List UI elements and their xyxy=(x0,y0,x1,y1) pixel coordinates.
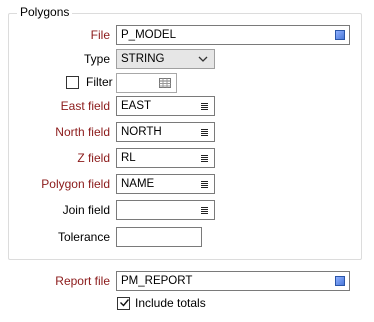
list-picker-icon[interactable] xyxy=(201,103,208,110)
type-select[interactable]: STRING xyxy=(116,49,215,69)
z-field-value: RL xyxy=(121,152,136,164)
type-label: Type xyxy=(83,52,110,66)
east-field-value: EAST xyxy=(121,100,152,112)
list-picker-icon[interactable] xyxy=(201,207,208,214)
join-field-label: Join field xyxy=(62,203,110,217)
file-picker-icon[interactable] xyxy=(335,30,345,40)
include-totals-label: Include totals xyxy=(135,296,206,310)
polygon-field-input[interactable]: NAME xyxy=(116,174,215,194)
north-field-label: North field xyxy=(55,125,110,139)
filter-table-icon[interactable] xyxy=(159,77,171,89)
check-icon xyxy=(120,299,130,307)
tolerance-label: Tolerance xyxy=(57,230,110,244)
list-picker-icon[interactable] xyxy=(201,129,208,136)
join-field-input[interactable] xyxy=(116,200,215,220)
polygon-field-value: NAME xyxy=(121,178,155,190)
polygon-field-label: Polygon field xyxy=(41,177,110,191)
filter-label: Filter xyxy=(86,75,113,89)
z-field-input[interactable]: RL xyxy=(116,148,215,168)
north-field-value: NORTH xyxy=(121,126,162,138)
report-file-label: Report file xyxy=(55,274,110,288)
file-value: P_MODEL xyxy=(121,29,176,41)
report-file-value: PM_REPORT xyxy=(121,275,193,287)
type-value: STRING xyxy=(121,53,165,65)
north-field-input[interactable]: NORTH xyxy=(116,122,215,142)
filter-checkbox[interactable] xyxy=(66,76,79,89)
east-field-label: East field xyxy=(60,99,110,113)
list-picker-icon[interactable] xyxy=(201,155,208,162)
polygons-group-title: Polygons xyxy=(17,5,73,19)
include-totals-checkbox[interactable] xyxy=(117,297,130,310)
chevron-down-icon xyxy=(198,56,208,62)
file-input[interactable]: P_MODEL xyxy=(116,25,350,45)
east-field-input[interactable]: EAST xyxy=(116,96,215,116)
report-file-input[interactable]: PM_REPORT xyxy=(116,271,350,291)
z-field-label: Z field xyxy=(77,151,110,165)
list-picker-icon[interactable] xyxy=(201,181,208,188)
filter-input[interactable] xyxy=(116,73,177,93)
tolerance-input[interactable] xyxy=(116,227,202,247)
file-label: File xyxy=(90,28,110,42)
file-picker-icon[interactable] xyxy=(335,276,345,286)
